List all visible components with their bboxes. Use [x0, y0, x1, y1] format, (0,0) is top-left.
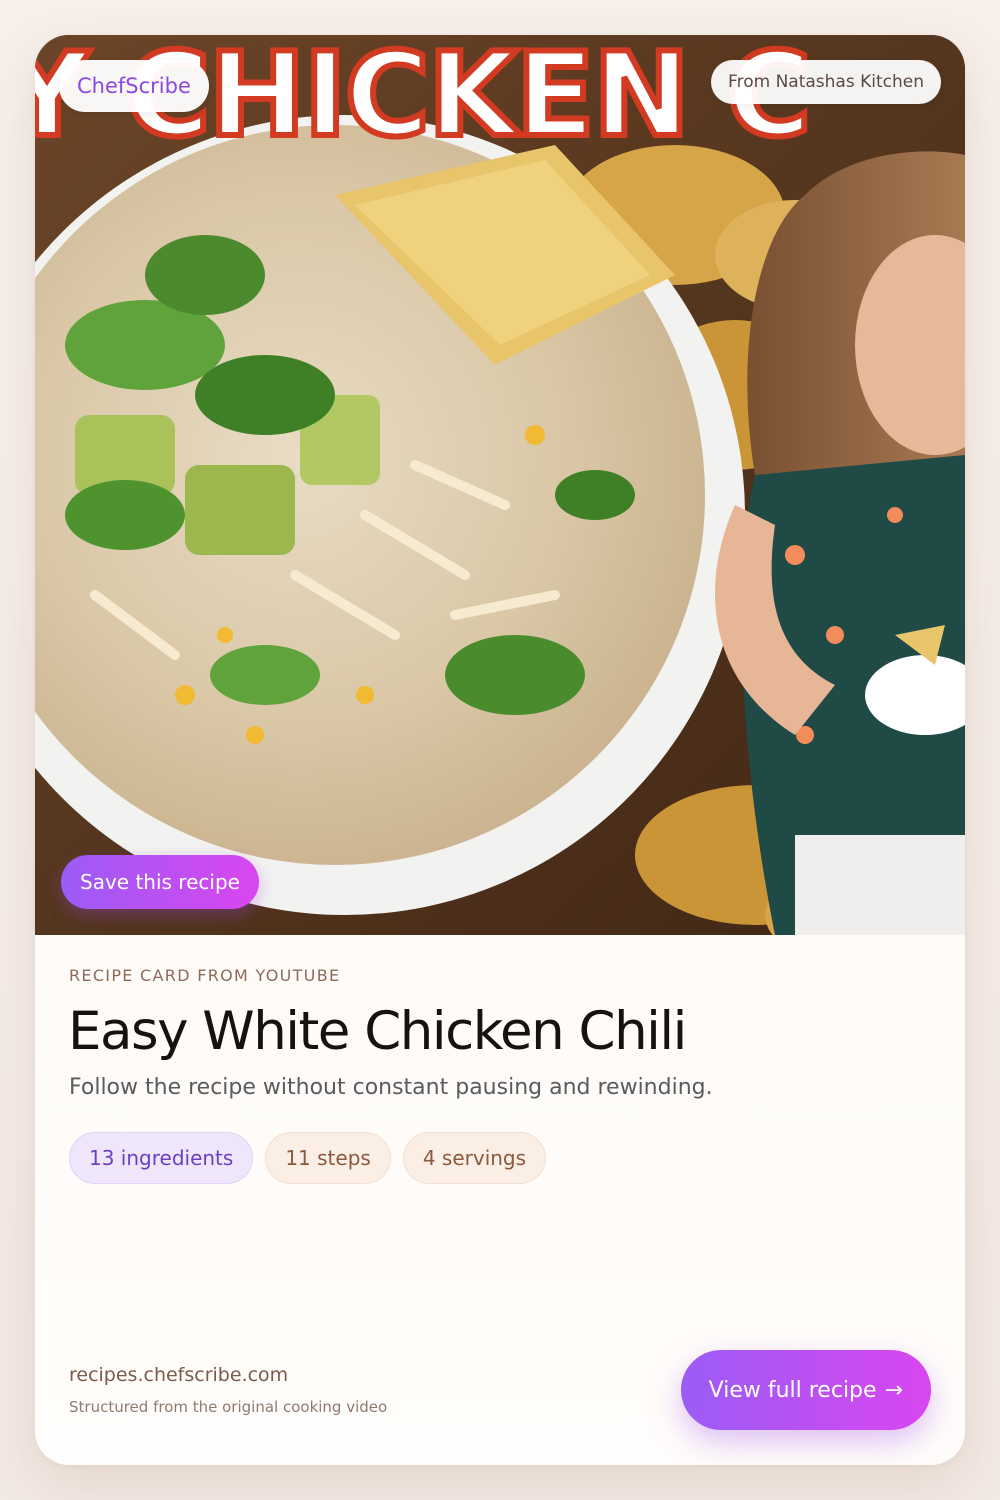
footer-domain-link[interactable]: recipes.chefscribe.com: [69, 1364, 288, 1386]
steps-chip: 11 steps: [265, 1132, 391, 1184]
recipe-subtitle: Follow the recipe without constant pausi…: [69, 1075, 713, 1100]
save-recipe-button[interactable]: Save this recipe: [61, 855, 259, 909]
cta-label: View full recipe: [708, 1377, 877, 1403]
arrow-right-icon: →: [884, 1377, 903, 1403]
eyebrow-label: RECIPE CARD FROM YOUTUBE: [69, 966, 341, 985]
hero-illustration: Y CHICKEN C: [35, 35, 965, 935]
footer-note: Structured from the original cooking vid…: [69, 1398, 388, 1416]
servings-chip: 4 servings: [402, 1132, 547, 1184]
brand-badge: ChefScribe: [59, 60, 209, 112]
source-badge: From Natashas Kitchen: [711, 60, 941, 104]
hero-image: Y CHICKEN C ChefScribe From Natashas Kit…: [35, 35, 965, 935]
recipe-card: Y CHICKEN C ChefScribe From Natashas Kit…: [35, 35, 965, 1465]
view-full-recipe-button[interactable]: View full recipe →: [680, 1350, 931, 1430]
ingredients-chip: 13 ingredients: [69, 1132, 254, 1184]
recipe-title: Easy White Chicken Chili: [68, 1001, 687, 1062]
page: Y CHICKEN C ChefScribe From Natashas Kit…: [0, 0, 1000, 1500]
recipe-stats: 13 ingredients 11 steps 4 servings: [69, 1132, 547, 1184]
